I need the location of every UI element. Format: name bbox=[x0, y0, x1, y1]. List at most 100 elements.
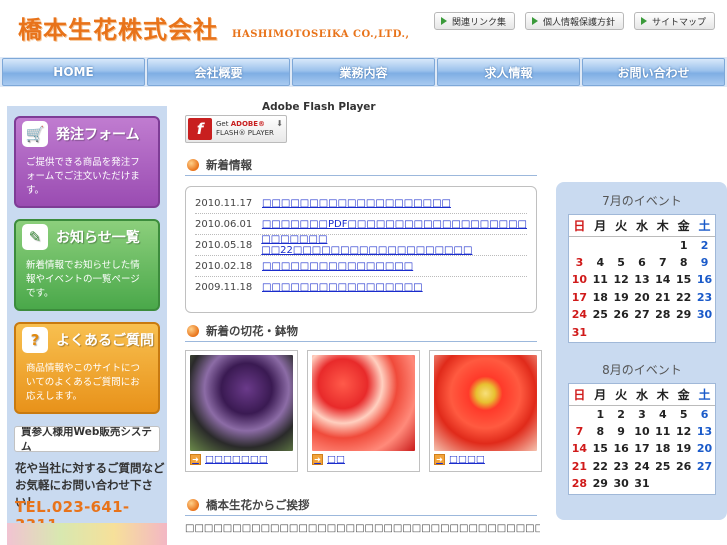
calendar-day: 18 bbox=[592, 290, 608, 304]
rose-photo[interactable] bbox=[312, 355, 415, 451]
news-item: 2010.05.18 □□□□□□□ □□22□□□□□□□□□□□□□□□□□□… bbox=[195, 234, 527, 256]
calendar-july: 7月のイベント 日月火水木金土 1 2 3 4 5 6 7 8 9 10 11 12 13 14 15 16 17… bbox=[568, 192, 716, 343]
news-list-description: 新着情報でお知らせした情報やイベントの一覧ページです。 bbox=[26, 260, 140, 299]
flowers-section-header: 新着の切花・鉢物 bbox=[185, 320, 537, 342]
calendar-day bbox=[611, 236, 632, 254]
weekday-header: 木 bbox=[652, 216, 674, 237]
download-arrow-icon: ⬇ bbox=[276, 119, 283, 128]
calendar-day: 30 bbox=[696, 308, 713, 322]
calendar-table: 日月火水木金土 1 2 3 4 5 6 7 8 9 10 11 12 13 14 15 16 17 18 19 20 21… bbox=[569, 385, 715, 493]
calendar-week: 24 25 26 27 28 29 30 bbox=[569, 306, 715, 324]
calendar-day: 16 bbox=[696, 273, 713, 287]
calendar-day: 28 bbox=[571, 477, 588, 491]
calendar-week: 10 11 12 13 14 15 16 bbox=[569, 271, 715, 289]
news-link[interactable]: □□□□□□□□□□□□□□□□□□□□ bbox=[262, 198, 451, 209]
weekday-header: 火 bbox=[610, 385, 632, 406]
pencil-icon: ✎ bbox=[22, 224, 48, 250]
calendar-day: 2 bbox=[700, 238, 709, 252]
calendar-day: 31 bbox=[571, 325, 588, 339]
calendar-day bbox=[694, 324, 715, 342]
faq-title: よくあるご質問 bbox=[56, 333, 154, 349]
get-flash-player-button[interactable]: f Get ADOBE® FLASH® PLAYER ⬇ bbox=[185, 115, 287, 143]
calendar-day: 5 bbox=[617, 255, 625, 269]
news-link[interactable]: □□□□□□□PDF□□□□□□□□□□□□□□□□□□□ bbox=[262, 219, 527, 230]
nav-company[interactable]: 会社概要 bbox=[147, 58, 290, 86]
carnation-photo[interactable] bbox=[190, 355, 293, 451]
calendar-day: 9 bbox=[617, 424, 625, 438]
calendar-day bbox=[632, 324, 653, 342]
news-list-banner[interactable]: ✎ お知らせ一覧 新着情報でお知らせした情報やイベントの一覧ページです。 bbox=[14, 219, 160, 311]
nav-home[interactable]: HOME bbox=[2, 58, 145, 86]
greeting-section-title: 橋本生花からご挨拶 bbox=[206, 497, 310, 512]
news-item: 2010.11.17 □□□□□□□□□□□□□□□□□□□□ bbox=[195, 193, 527, 214]
calendar-day: 25 bbox=[592, 308, 608, 322]
nav-contact[interactable]: お問い合わせ bbox=[582, 58, 725, 86]
arrow-right-icon bbox=[440, 17, 447, 25]
calendar-title: 7月のイベント bbox=[602, 194, 682, 208]
sitemap-button[interactable]: サイトマップ bbox=[633, 12, 715, 30]
site-logo-english: HASHIMOTOSEIKA CO.,LTD., bbox=[232, 29, 410, 40]
privacy-policy-button[interactable]: 個人情報保護方針 bbox=[524, 12, 624, 30]
calendar-week: 123456 bbox=[569, 405, 715, 423]
flower-link[interactable]: ➜ □□□□□□□ bbox=[190, 454, 293, 465]
calendar-day bbox=[652, 475, 673, 493]
calendar-day: 23 bbox=[696, 290, 713, 304]
weekday-header: 水 bbox=[631, 216, 653, 237]
news-link[interactable]: □□□□□□□□□□□□□□□□□ bbox=[262, 282, 423, 293]
greeting-section-header: 橋本生花からご挨拶 bbox=[185, 494, 537, 516]
calendar-day: 23 bbox=[613, 459, 629, 473]
calendar-day: 18 bbox=[655, 442, 671, 456]
calendar-day: 8 bbox=[679, 255, 688, 269]
nav-recruit[interactable]: 求人情報 bbox=[437, 58, 580, 86]
calendar-week: 7 8 9 10 11 12 13 bbox=[569, 423, 715, 441]
arrow-right-icon: ➜ bbox=[190, 454, 201, 465]
calendar-day: 7 bbox=[575, 424, 584, 438]
gerbera-photo[interactable] bbox=[434, 355, 537, 451]
calendar-week: 3456789 bbox=[569, 254, 715, 272]
calendar-day: 20 bbox=[696, 442, 713, 456]
arrow-right-icon: ➜ bbox=[312, 454, 323, 465]
calendar-day: 3 bbox=[638, 407, 646, 421]
flowers-section-title: 新着の切花・鉢物 bbox=[206, 323, 298, 338]
weekday-header: 金 bbox=[673, 385, 695, 406]
calendar-day: 22 bbox=[675, 290, 692, 304]
calendar-day: 4 bbox=[658, 407, 667, 421]
flash-logo-icon: f bbox=[188, 118, 212, 140]
web-sales-system-button[interactable]: 買参人様用Web販売システム bbox=[14, 426, 160, 452]
weekday-header: 金 bbox=[673, 216, 695, 237]
calendar-day bbox=[652, 324, 673, 342]
calendar-august: 8月のイベント 日月火水木金土 1 2 3 4 5 6 7 8 9 10 11 12 13 14 15 16 17… bbox=[568, 361, 716, 495]
calendar-day: 29 bbox=[675, 308, 692, 322]
left-sidebar: 🛒 発注フォーム ご提供できる商品を発注フォームでご注文いただけます。 ✎ お知らせ… bbox=[7, 106, 167, 545]
flower-link[interactable]: ➜ □□ bbox=[312, 454, 415, 465]
event-calendars: 7月のイベント 日月火水木金土 1 2 3 4 5 6 7 8 9 10 11 12 13 14 15 16 17… bbox=[556, 182, 727, 520]
arrow-right-icon bbox=[531, 17, 538, 25]
calendar-day bbox=[673, 475, 694, 493]
faq-banner[interactable]: ? よくあるご質問 商品情報やこのサイトについてのよくあるご質問にお応えします。 bbox=[14, 322, 160, 414]
calendar-day: 15 bbox=[592, 442, 608, 456]
cart-icon: 🛒 bbox=[22, 121, 48, 147]
faq-description: 商品情報やこのサイトについてのよくあるご質問にお応えします。 bbox=[26, 363, 141, 402]
calendar-day bbox=[632, 236, 653, 254]
news-section-header: 新着情報 bbox=[185, 154, 537, 176]
news-link[interactable]: □□□□□□□□□□□□□□□□ bbox=[262, 261, 413, 272]
calendar-day: 12 bbox=[613, 273, 629, 287]
order-form-banner[interactable]: 🛒 発注フォーム ご提供できる商品を発注フォームでご注文いただけます。 bbox=[14, 116, 160, 208]
calendar-day: 10 bbox=[634, 424, 650, 438]
calendar-week: 14 15 16 17 18 19 20 bbox=[569, 440, 715, 458]
calendar-week: 21 22 23 24 25 26 27 bbox=[569, 458, 715, 476]
news-link[interactable]: □□□□□□□ □□22□□□□□□□□□□□□□□□□□□□ bbox=[261, 234, 527, 256]
weekday-header: 木 bbox=[652, 385, 674, 406]
calendar-day: 24 bbox=[634, 459, 650, 473]
calendar-day: 10 bbox=[571, 273, 588, 287]
weekday-header: 日 bbox=[569, 216, 590, 237]
nav-business[interactable]: 業務内容 bbox=[292, 58, 435, 86]
main-nav: HOME 会社概要 業務内容 求人情報 お問い合わせ bbox=[0, 57, 727, 87]
calendar-day: 2 bbox=[617, 407, 625, 421]
related-links-button[interactable]: 関連リンク集 bbox=[433, 12, 515, 30]
arrow-right-icon bbox=[640, 17, 647, 25]
site-logo[interactable]: 橋本生花株式会社 bbox=[18, 10, 218, 45]
flower-link[interactable]: ➜ □□□□ bbox=[434, 454, 537, 465]
calendar-day: 27 bbox=[696, 459, 713, 473]
calendar-day: 26 bbox=[613, 308, 629, 322]
